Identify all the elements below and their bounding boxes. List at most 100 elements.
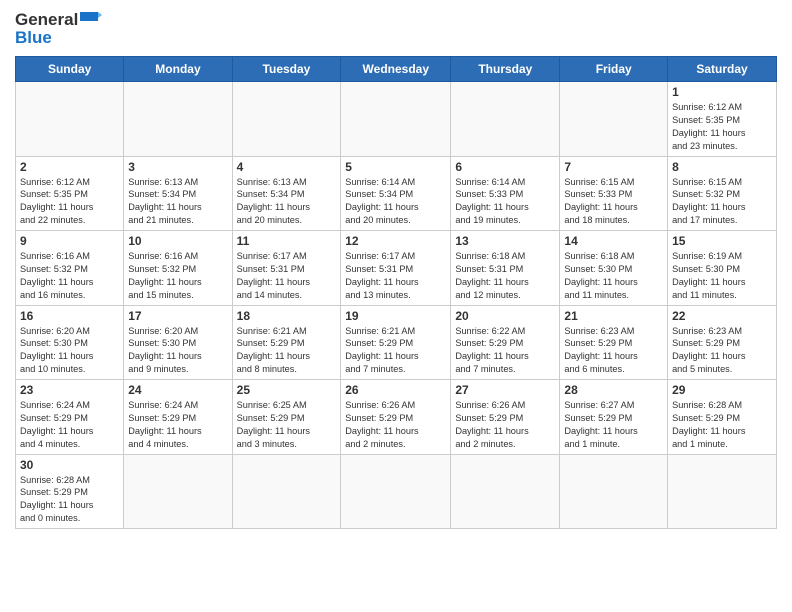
- week-row-4: 23 Sunrise: 6:24 AM Sunset: 5:29 PM Dayli…: [16, 380, 777, 455]
- calendar-cell: 28Sunrise: 6:27 AM Sunset: 5:29 PM Dayli…: [560, 380, 668, 455]
- day-info: Sunrise: 6:20 AM Sunset: 5:30 PM Dayligh…: [20, 325, 119, 377]
- calendar-cell: 2Sunrise: 6:12 AM Sunset: 5:35 PM Daylig…: [16, 156, 124, 231]
- day-header-thursday: Thursday: [451, 57, 560, 82]
- week-row-3: 16Sunrise: 6:20 AM Sunset: 5:30 PM Dayli…: [16, 305, 777, 380]
- calendar-cell: 12 Sunrise: 6:17 AM Sunset: 5:31 PM Dayli…: [341, 231, 451, 306]
- calendar-cell: [668, 454, 777, 529]
- calendar-cell: 16Sunrise: 6:20 AM Sunset: 5:30 PM Dayli…: [16, 305, 124, 380]
- calendar-cell: 7Sunrise: 6:15 AM Sunset: 5:33 PM Daylig…: [560, 156, 668, 231]
- day-info: Sunrise: 6:15 AM Sunset: 5:32 PM Dayligh…: [672, 176, 772, 228]
- day-number: 14: [564, 234, 663, 248]
- week-row-5: 30 Sunrise: 6:28 AM Sunset: 5:29 PM Dayli…: [16, 454, 777, 529]
- day-info: Sunrise: 6:12 AM Sunset: 5:35 PM Dayligh…: [672, 101, 772, 153]
- page: General Blue SundayMondayTuesdayWednesda…: [0, 0, 792, 539]
- day-number: 11: [237, 234, 337, 248]
- calendar-cell: [232, 454, 341, 529]
- calendar-cell: 6Sunrise: 6:14 AM Sunset: 5:33 PM Daylig…: [451, 156, 560, 231]
- day-info: Sunrise: 6:13 AM Sunset: 5:34 PM Dayligh…: [237, 176, 337, 228]
- logo-text-block: General Blue: [15, 10, 102, 48]
- logo-blue-text: Blue: [15, 28, 52, 48]
- calendar-cell: [124, 454, 232, 529]
- day-header-friday: Friday: [560, 57, 668, 82]
- day-info: Sunrise: 6:13 AM Sunset: 5:34 PM Dayligh…: [128, 176, 227, 228]
- day-info: Sunrise: 6:24 AM Sunset: 5:29 PM Dayligh…: [128, 399, 227, 451]
- calendar-cell: [451, 454, 560, 529]
- day-header-tuesday: Tuesday: [232, 57, 341, 82]
- day-number: 12: [345, 234, 446, 248]
- calendar-cell: [560, 454, 668, 529]
- calendar-cell: 22 Sunrise: 6:23 AM Sunset: 5:29 PM Dayli…: [668, 305, 777, 380]
- day-info: Sunrise: 6:16 AM Sunset: 5:32 PM Dayligh…: [128, 250, 227, 302]
- day-info: Sunrise: 6:21 AM Sunset: 5:29 PM Dayligh…: [345, 325, 446, 377]
- day-info: Sunrise: 6:26 AM Sunset: 5:29 PM Dayligh…: [345, 399, 446, 451]
- calendar-cell: 26Sunrise: 6:26 AM Sunset: 5:29 PM Dayli…: [341, 380, 451, 455]
- day-number: 4: [237, 160, 337, 174]
- day-number: 3: [128, 160, 227, 174]
- day-info: Sunrise: 6:28 AM Sunset: 5:29 PM Dayligh…: [20, 474, 119, 526]
- calendar-cell: 30 Sunrise: 6:28 AM Sunset: 5:29 PM Dayli…: [16, 454, 124, 529]
- calendar-cell: 3 Sunrise: 6:13 AM Sunset: 5:34 PM Daylig…: [124, 156, 232, 231]
- day-info: Sunrise: 6:26 AM Sunset: 5:29 PM Dayligh…: [455, 399, 555, 451]
- day-info: Sunrise: 6:23 AM Sunset: 5:29 PM Dayligh…: [564, 325, 663, 377]
- calendar-cell: 24Sunrise: 6:24 AM Sunset: 5:29 PM Dayli…: [124, 380, 232, 455]
- calendar-table: SundayMondayTuesdayWednesdayThursdayFrid…: [15, 56, 777, 529]
- day-header-wednesday: Wednesday: [341, 57, 451, 82]
- day-number: 1: [672, 85, 772, 99]
- calendar-cell: 29 Sunrise: 6:28 AM Sunset: 5:29 PM Dayli…: [668, 380, 777, 455]
- calendar-cell: 23 Sunrise: 6:24 AM Sunset: 5:29 PM Dayli…: [16, 380, 124, 455]
- day-info: Sunrise: 6:28 AM Sunset: 5:29 PM Dayligh…: [672, 399, 772, 451]
- week-row-0: 1 Sunrise: 6:12 AM Sunset: 5:35 PM Daylig…: [16, 82, 777, 157]
- day-number: 20: [455, 309, 555, 323]
- day-number: 9: [20, 234, 119, 248]
- calendar-cell: [560, 82, 668, 157]
- calendar-cell: 18Sunrise: 6:21 AM Sunset: 5:29 PM Dayli…: [232, 305, 341, 380]
- day-info: Sunrise: 6:23 AM Sunset: 5:29 PM Dayligh…: [672, 325, 772, 377]
- day-info: Sunrise: 6:12 AM Sunset: 5:35 PM Dayligh…: [20, 176, 119, 228]
- day-number: 29: [672, 383, 772, 397]
- day-info: Sunrise: 6:16 AM Sunset: 5:32 PM Dayligh…: [20, 250, 119, 302]
- day-number: 5: [345, 160, 446, 174]
- day-info: Sunrise: 6:17 AM Sunset: 5:31 PM Dayligh…: [345, 250, 446, 302]
- day-info: Sunrise: 6:14 AM Sunset: 5:33 PM Dayligh…: [455, 176, 555, 228]
- days-header-row: SundayMondayTuesdayWednesdayThursdayFrid…: [16, 57, 777, 82]
- calendar-cell: 17 Sunrise: 6:20 AM Sunset: 5:30 PM Dayli…: [124, 305, 232, 380]
- calendar-cell: 27 Sunrise: 6:26 AM Sunset: 5:29 PM Dayli…: [451, 380, 560, 455]
- calendar-cell: 25 Sunrise: 6:25 AM Sunset: 5:29 PM Dayli…: [232, 380, 341, 455]
- day-number: 21: [564, 309, 663, 323]
- day-header-monday: Monday: [124, 57, 232, 82]
- day-info: Sunrise: 6:17 AM Sunset: 5:31 PM Dayligh…: [237, 250, 337, 302]
- day-number: 19: [345, 309, 446, 323]
- day-info: Sunrise: 6:19 AM Sunset: 5:30 PM Dayligh…: [672, 250, 772, 302]
- calendar-cell: 10Sunrise: 6:16 AM Sunset: 5:32 PM Dayli…: [124, 231, 232, 306]
- calendar-cell: [341, 454, 451, 529]
- week-row-1: 2Sunrise: 6:12 AM Sunset: 5:35 PM Daylig…: [16, 156, 777, 231]
- calendar-cell: 21 Sunrise: 6:23 AM Sunset: 5:29 PM Dayli…: [560, 305, 668, 380]
- day-number: 27: [455, 383, 555, 397]
- logo-general-text: General: [15, 10, 78, 30]
- calendar-cell: 8Sunrise: 6:15 AM Sunset: 5:32 PM Daylig…: [668, 156, 777, 231]
- calendar-cell: [16, 82, 124, 157]
- calendar-cell: 1 Sunrise: 6:12 AM Sunset: 5:35 PM Daylig…: [668, 82, 777, 157]
- calendar-cell: 5 Sunrise: 6:14 AM Sunset: 5:34 PM Daylig…: [341, 156, 451, 231]
- calendar-cell: 15Sunrise: 6:19 AM Sunset: 5:30 PM Dayli…: [668, 231, 777, 306]
- logo: General Blue: [15, 10, 102, 48]
- day-header-sunday: Sunday: [16, 57, 124, 82]
- day-info: Sunrise: 6:27 AM Sunset: 5:29 PM Dayligh…: [564, 399, 663, 451]
- calendar-cell: [451, 82, 560, 157]
- day-number: 7: [564, 160, 663, 174]
- day-number: 23: [20, 383, 119, 397]
- day-info: Sunrise: 6:18 AM Sunset: 5:31 PM Dayligh…: [455, 250, 555, 302]
- header: General Blue: [15, 10, 777, 48]
- day-info: Sunrise: 6:24 AM Sunset: 5:29 PM Dayligh…: [20, 399, 119, 451]
- calendar-cell: [232, 82, 341, 157]
- day-info: Sunrise: 6:25 AM Sunset: 5:29 PM Dayligh…: [237, 399, 337, 451]
- day-number: 22: [672, 309, 772, 323]
- calendar-cell: 13Sunrise: 6:18 AM Sunset: 5:31 PM Dayli…: [451, 231, 560, 306]
- day-number: 25: [237, 383, 337, 397]
- day-info: Sunrise: 6:14 AM Sunset: 5:34 PM Dayligh…: [345, 176, 446, 228]
- day-info: Sunrise: 6:20 AM Sunset: 5:30 PM Dayligh…: [128, 325, 227, 377]
- calendar-cell: [341, 82, 451, 157]
- day-number: 30: [20, 458, 119, 472]
- day-number: 17: [128, 309, 227, 323]
- calendar-cell: 19 Sunrise: 6:21 AM Sunset: 5:29 PM Dayli…: [341, 305, 451, 380]
